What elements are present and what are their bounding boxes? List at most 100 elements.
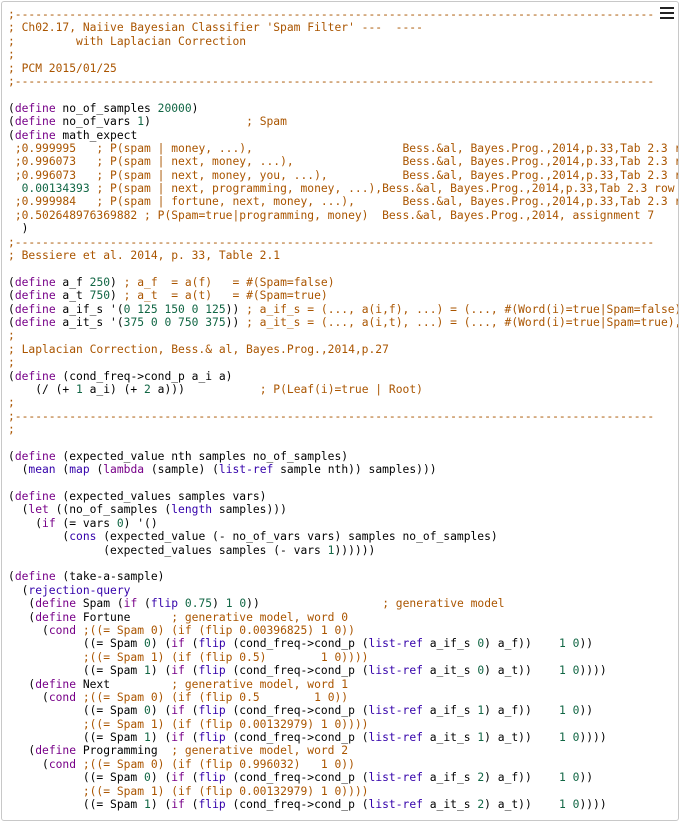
code-token: Fortune [76,610,172,624]
code-token: list-ref [368,704,423,718]
code-line: ; Laplacian Correction, Bess.& al, Bayes… [8,343,678,356]
code-editor-frame: ;---------------------------------------… [1,1,679,821]
code-line: (define (cond_freq->cond_p a_i a) [8,370,678,383]
code-line: (mean (map (lambda (sample) (list-ref sa… [8,463,678,476]
code-token: )))) [579,664,607,678]
code-token: list-ref [368,731,423,745]
code-token: no_of_vars [55,115,138,129]
code-token: ; generative model, word 1 [171,677,349,691]
code-token: 1 [144,664,151,678]
code-token: if [171,664,185,678]
code-token: ; [8,48,15,62]
code-token: flip [198,798,226,812]
code-token: ) '() [123,516,158,530]
code-line: 0.00134393 ; P(spam | next, programming,… [8,182,678,195]
code-token: ) ( [150,798,172,812]
code-token: ( [184,637,199,651]
code-token: ) ( [150,704,172,718]
code-line: (cons (expected_value (- no_of_vars vars… [8,530,678,543]
code-token: ( [8,583,29,597]
code-token: ) [110,289,124,303]
code-token: )))))) [334,543,376,557]
code-token: ; [8,396,15,410]
code-token: ;((= Spam 1) (if (flip 0.00132979) 1 0))… [82,717,369,731]
code-token: math_expect [55,128,138,142]
code-line: (let ((no_of_samples (length samples))) [8,503,678,516]
code-token: 1 [559,704,566,718]
code-token: (expected_value nth samples no_of_sample… [55,449,349,463]
code-token: ; Ch02.17, Naiive Bayesian Classifier 'S… [8,21,423,35]
code-token: cond [48,690,77,704]
code-token: ( [8,744,36,758]
code-line: (define math_expect [8,129,678,142]
code-token: ; generative model, word 0 [171,610,349,624]
code-token: define [14,315,56,329]
code-token: sample nth)) samples))) [273,463,437,477]
code-token: ) a_t)) [484,731,559,745]
code-token: ; P(spam | next, programming, money, ...… [96,182,678,196]
code-line: ;---------------------------------------… [8,410,678,423]
hamburger-menu-icon[interactable] [660,6,674,20]
code-line: ;0.502648976369882 ; P(Spam=true|program… [8,209,678,222]
code-line: ((= Spam 1) (if (flip (cond_freq->cond_p… [8,798,678,811]
code-token: 0.75 [184,597,213,611]
code-token: list-ref [368,637,423,651]
code-token: flip [198,664,226,678]
code-token: a_t [55,289,90,303]
code-line: ; [8,48,678,61]
code-token: define [14,570,56,584]
code-token: ;((= Spam 0) (if (flip 0.5 1 0)) [82,690,349,704]
code-token: (/ (+ [8,382,77,396]
code-token: cond [48,623,77,637]
code-token: (expected_value (- no_of_vars vars) samp… [96,530,498,544]
code-token: ( [8,115,15,129]
code-line: (define a_if_s '(0 125 150 0 125)) ; a_i… [8,303,678,316]
code-line: ((= Spam 1) (if (flip (cond_freq->cond_p… [8,664,678,677]
code-token: ) a_f)) [484,771,559,785]
code-token: ((= Spam [8,771,145,785]
code-token: ( [55,463,70,477]
code-token: 1 [144,798,151,812]
code-line: (define Spam (if (flip 0.75) 1 0)) ; gen… [8,597,678,610]
code-line: (define no_of_vars 1) ; Spam [8,115,678,128]
code-line: (/ (+ 1 a_i) (+ 2 a))) ; P(Leaf(i)=true … [8,383,678,396]
code-token: ) a_t)) [484,798,559,812]
code-token: ( [8,516,43,530]
code-token: list-ref [368,798,423,812]
code-token: define [14,101,56,115]
code-token: ; [8,329,15,343]
code-token: ) ( [150,664,172,678]
code-token: ;0.999984 ; P(spam | fortune, next, mone… [14,195,678,209]
code-token: a_if_s [422,637,478,651]
code-line: (define no_of_samples 20000) [8,102,678,115]
code-token: ; Spam [246,115,287,129]
code-line: ; [8,356,678,369]
code-token: ;---------------------------------------… [8,235,655,249]
code-token: ) [212,597,226,611]
code-token: ( [8,530,70,544]
code-token: a_if_s '( [55,302,124,316]
code-token: cons [69,530,97,544]
code-token: define [35,610,77,624]
code-line: (rejection-query [8,584,678,597]
code-area[interactable]: ;---------------------------------------… [8,8,678,811]
code-line: (cond ;((= Spam 0) (if (flip 0.996032) 1… [8,758,678,771]
code-token: flip [198,771,226,785]
code-token: (cond_freq->cond_p ( [225,704,369,718]
code-token: (= vars [55,516,117,530]
code-token: a_it_s [422,664,478,678]
code-token: ( [8,369,15,383]
code-line: ;0.996073 ; P(spam | next, money, you, .… [8,169,678,182]
code-line: ; Bessiere et al. 2014, p. 33, Table 2.1 [8,249,678,262]
code-token: 1 [144,731,151,745]
